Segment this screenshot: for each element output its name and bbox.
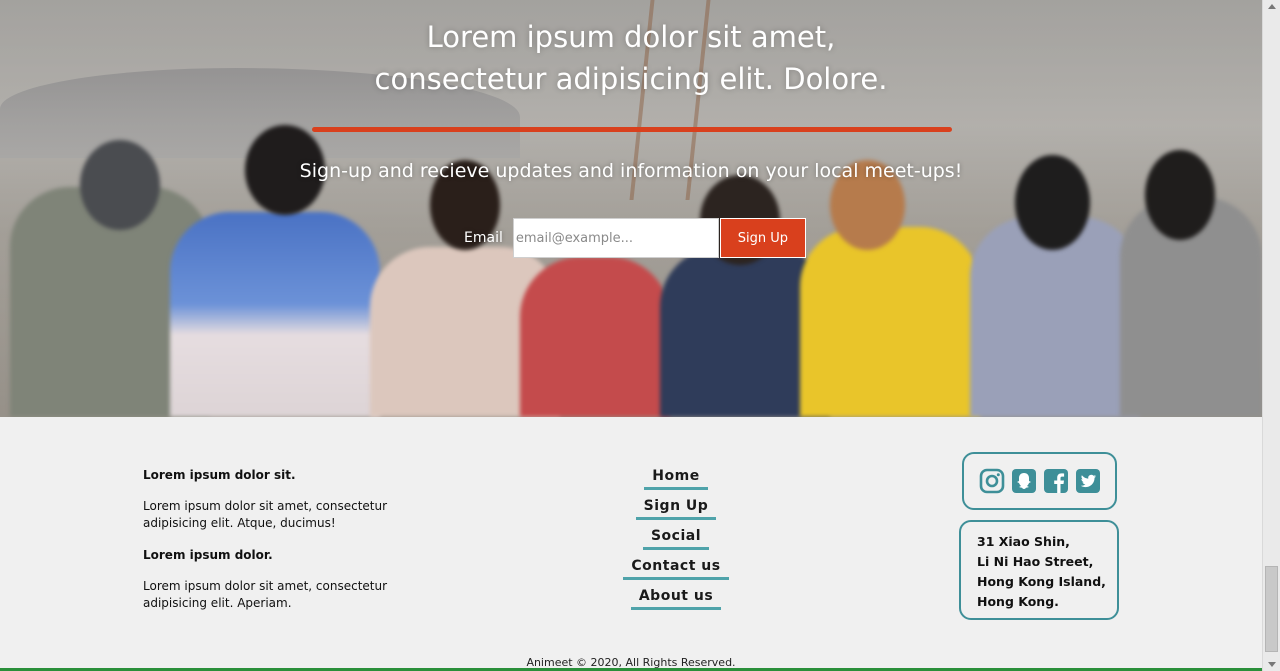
instagram-icon[interactable] <box>979 468 1005 494</box>
hero-title-line2: consectetur adipisicing elit. Dolore. <box>374 62 888 96</box>
footer-nav-link-home[interactable]: Home <box>644 466 708 490</box>
snapchat-icon[interactable] <box>1011 468 1037 494</box>
footer-nav: Home Sign Up Social Contact us About us <box>600 465 752 615</box>
email-label: Email <box>464 230 503 246</box>
footer-heading: Lorem ipsum dolor. <box>143 548 273 562</box>
hero-banner: Lorem ipsum dolor sit amet, consectetur … <box>0 0 1262 417</box>
twitter-icon[interactable] <box>1075 468 1101 494</box>
footer-heading: Lorem ipsum dolor sit. <box>143 468 296 482</box>
hero-title-line1: Lorem ipsum dolor sit amet, <box>426 20 836 54</box>
footer-text: Lorem ipsum dolor sit amet, consectetur … <box>143 499 388 530</box>
person-figure <box>800 227 980 417</box>
person-figure <box>170 212 380 417</box>
scroll-thumb[interactable] <box>1265 566 1278 652</box>
vertical-scrollbar[interactable] <box>1262 0 1280 671</box>
address-line: Li Ni Hao Street, <box>977 554 1094 569</box>
hero-subtitle: Sign-up and recieve updates and informat… <box>299 160 963 182</box>
scroll-up-icon[interactable] <box>1268 4 1276 9</box>
footer-nav-item-contact: Contact us <box>600 555 752 585</box>
email-input[interactable] <box>512 218 719 258</box>
scroll-down-icon[interactable] <box>1268 662 1276 667</box>
footer-info-column: Lorem ipsum dolor sit. Lorem ipsum dolor… <box>143 468 393 628</box>
hero-divider <box>312 127 952 132</box>
address-line: 31 Xiao Shin, <box>977 534 1070 549</box>
footer-nav-item-home: Home <box>600 465 752 495</box>
hero-title: Lorem ipsum dolor sit amet, consectetur … <box>0 16 1262 100</box>
footer-nav-item-about: About us <box>600 585 752 615</box>
address-line: Hong Kong. <box>977 594 1059 609</box>
signup-form: Email Sign Up <box>464 218 806 258</box>
footer-nav-link-signup[interactable]: Sign Up <box>635 496 717 520</box>
address-box: 31 Xiao Shin, Li Ni Hao Street, Hong Kon… <box>959 520 1119 620</box>
person-head <box>80 140 160 230</box>
person-figure <box>520 257 670 417</box>
social-links <box>962 452 1117 510</box>
footer-nav-link-social[interactable]: Social <box>642 526 710 550</box>
footer-nav-link-about[interactable]: About us <box>630 586 722 610</box>
footer-text: Lorem ipsum dolor sit amet, consectetur … <box>143 579 388 610</box>
footer-nav-item-social: Social <box>600 525 752 555</box>
address-line: Hong Kong Island, <box>977 574 1106 589</box>
facebook-icon[interactable] <box>1043 468 1069 494</box>
footer-nav-link-contact[interactable]: Contact us <box>623 556 729 580</box>
footer-nav-item-signup: Sign Up <box>600 495 752 525</box>
signup-button[interactable]: Sign Up <box>719 218 806 258</box>
